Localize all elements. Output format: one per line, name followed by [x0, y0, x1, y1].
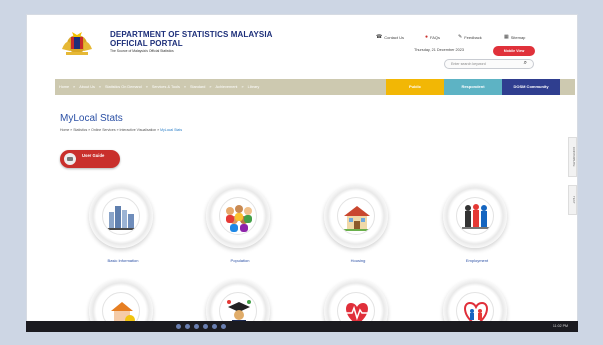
user-guide-label: User Guide: [82, 153, 105, 158]
phone-icon: ☎: [376, 34, 383, 40]
tile-label: Housing: [350, 258, 366, 263]
nav-item-home[interactable]: Home: [59, 85, 69, 89]
taskbar: 11:02 PM: [26, 321, 578, 332]
taskbar-app-icon[interactable]: [176, 324, 181, 329]
people-crowd-icon: [226, 205, 252, 232]
tile-ring: [443, 184, 507, 248]
feedback-label: Feedback: [464, 34, 482, 40]
department-title: DEPARTMENT OF STATISTICS MALAYSIA OFFICI…: [110, 30, 273, 48]
nav-item-library[interactable]: Library: [248, 85, 260, 89]
faqs-label: FAQs: [430, 34, 441, 40]
nav-item-services-tools[interactable]: Services & Tools: [152, 85, 180, 89]
tab-public[interactable]: Public: [386, 79, 444, 95]
malaysia-coat-of-arms-logo[interactable]: [60, 29, 94, 57]
taskbar-app-icon[interactable]: [221, 324, 226, 329]
workers-icon: [462, 204, 490, 229]
tile-ring: [206, 184, 270, 248]
tile-ring: [89, 184, 153, 248]
mobile-view-button[interactable]: Mobile View: [493, 46, 535, 56]
book-icon: [62, 151, 78, 167]
page-title: MyLocal Stats: [60, 113, 123, 124]
taskbar-app-icon[interactable]: [212, 324, 217, 329]
title-line-2: OFFICIAL PORTAL: [110, 39, 183, 48]
tab-respondent[interactable]: Respondent: [444, 79, 502, 95]
search-placeholder: Enter search keyword: [451, 62, 486, 66]
feedback-icon: ✎: [458, 34, 463, 40]
tile-label: Employment: [465, 258, 489, 263]
nav-item-statistics-on-demand[interactable]: Statistics On Demand: [105, 85, 142, 89]
title-line-1: DEPARTMENT OF STATISTICS MALAYSIA: [110, 30, 273, 39]
breadcrumb-current: MyLocal Stats: [160, 128, 183, 132]
city-skyline-icon: [107, 206, 137, 230]
user-guide-button[interactable]: User Guide: [60, 150, 120, 168]
breadcrumb: Home » Statistics » Online Services » In…: [60, 128, 182, 132]
nav-item-about-us[interactable]: About Us: [79, 85, 95, 89]
side-tab-contribute[interactable]: CONTRIBUTE: [568, 137, 577, 177]
tile-label: Population: [230, 258, 250, 263]
taskbar-app-icon[interactable]: [185, 324, 190, 329]
faqs-link[interactable]: ● FAQs: [425, 34, 440, 40]
tile-inner: [219, 197, 257, 235]
tab-dosm-community[interactable]: DOSM Community: [502, 79, 560, 95]
taskbar-clock: 11:02 PM: [552, 324, 568, 328]
sitemap-icon: ▦: [504, 34, 509, 40]
feedback-link[interactable]: ✎ Feedback: [458, 34, 482, 40]
taskbar-app-icons: [176, 324, 226, 329]
sitemap-label: Sitemap: [510, 34, 526, 40]
taskbar-app-icon[interactable]: [203, 324, 208, 329]
tile-inner: [337, 197, 375, 235]
search-icon[interactable]: ⌕: [524, 60, 527, 67]
breadcrumb-path[interactable]: Home » Statistics » Online Services » In…: [60, 128, 160, 132]
side-tab-text[interactable]: TEXT: [568, 185, 577, 215]
current-date: Thursday, 21 December 2023: [414, 48, 464, 52]
tile-ring: [324, 184, 388, 248]
tile-inner: [102, 197, 140, 235]
browser-page: DEPARTMENT OF STATISTICS MALAYSIA OFFICI…: [26, 14, 578, 332]
nav-item-standard[interactable]: Standard: [190, 85, 205, 89]
sitemap-link[interactable]: ▦ Sitemap: [504, 34, 525, 40]
search-input[interactable]: Enter search keyword ⌕: [444, 59, 534, 69]
department-subtitle: The Source of Malaysia's Official Statis…: [110, 49, 174, 53]
contact-us-label: Contact Us: [384, 34, 405, 40]
main-nav: Home » About Us » Statistics On Demand »…: [55, 79, 575, 95]
nav-item-achievement[interactable]: Achievement: [216, 85, 238, 89]
chat-icon: ●: [425, 34, 429, 40]
contact-us-link[interactable]: ☎ Contact Us: [376, 34, 404, 40]
nav-menu: Home » About Us » Statistics On Demand »…: [59, 85, 260, 89]
tile-label: Basic Information: [107, 258, 139, 263]
tile-inner: [456, 197, 494, 235]
taskbar-app-icon[interactable]: [194, 324, 199, 329]
house-icon: [343, 206, 371, 231]
